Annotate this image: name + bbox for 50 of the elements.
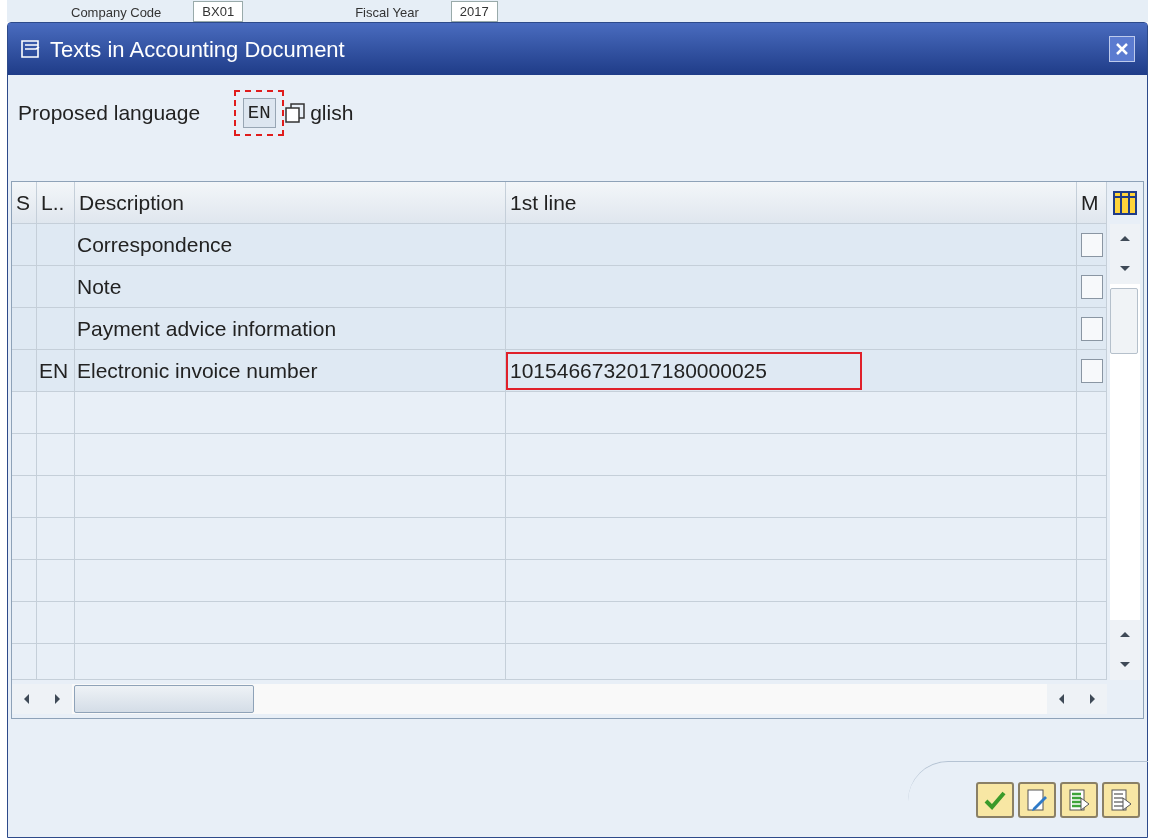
close-button[interactable]	[1109, 36, 1135, 62]
empty-cell	[12, 434, 37, 476]
field-value: BX01	[193, 0, 244, 22]
checkbox[interactable]	[1080, 232, 1103, 257]
empty-cell	[37, 518, 75, 560]
pencil-document-icon	[1025, 787, 1049, 812]
scroll-left-button[interactable]	[1047, 684, 1077, 714]
scroll-down-button[interactable]	[1110, 650, 1140, 680]
empty-cell	[37, 392, 75, 434]
scroll-up-button[interactable]	[1110, 620, 1140, 650]
document-pointer-icon	[1109, 787, 1133, 812]
scrollbar-thumb[interactable]	[1110, 288, 1138, 354]
field-label: Fiscal Year	[355, 3, 419, 22]
confirm-button[interactable]	[976, 781, 1014, 818]
empty-cell	[12, 644, 37, 680]
document-pointer-icon	[1067, 787, 1091, 812]
empty-cell	[12, 476, 37, 518]
text-field[interactable]: 1015466732017180000025	[506, 351, 862, 390]
dialog-icon	[20, 38, 42, 60]
empty-cell	[12, 518, 37, 560]
field-label: Proposed language	[18, 100, 201, 127]
empty-cell	[37, 644, 75, 680]
scroll-up-button[interactable]	[1110, 224, 1140, 254]
empty-cell	[37, 434, 75, 476]
empty-cell	[37, 476, 75, 518]
detail-document-button[interactable]	[1060, 781, 1098, 818]
language-name: glish	[310, 100, 354, 127]
checkbox[interactable]	[1080, 358, 1103, 383]
field-value: 2017	[450, 0, 498, 22]
scroll-right-button[interactable]	[1077, 684, 1107, 714]
column-settings-icon[interactable]	[1113, 191, 1137, 215]
document-pointer-button[interactable]	[1102, 781, 1140, 818]
edit-document-button[interactable]	[1018, 781, 1056, 818]
field-label: Company Code	[71, 3, 162, 22]
empty-cell	[12, 602, 37, 644]
window-title: Texts in Accounting Document	[50, 35, 345, 64]
scroll-down-button[interactable]	[1110, 254, 1140, 284]
empty-cell	[12, 392, 37, 434]
checkbox[interactable]	[1080, 274, 1103, 299]
empty-cell	[12, 560, 37, 602]
scroll-left-button[interactable]	[12, 684, 42, 714]
scroll-right-button[interactable]	[42, 684, 72, 714]
empty-cell	[37, 602, 75, 644]
table-cell: Electronic invoice number	[75, 350, 506, 392]
table-cell: EN	[37, 350, 75, 392]
table-cell	[12, 350, 37, 392]
scrollbar-thumb[interactable]	[74, 685, 254, 713]
checkbox[interactable]	[1080, 316, 1103, 341]
close-icon	[1115, 42, 1129, 56]
empty-cell	[37, 560, 75, 602]
